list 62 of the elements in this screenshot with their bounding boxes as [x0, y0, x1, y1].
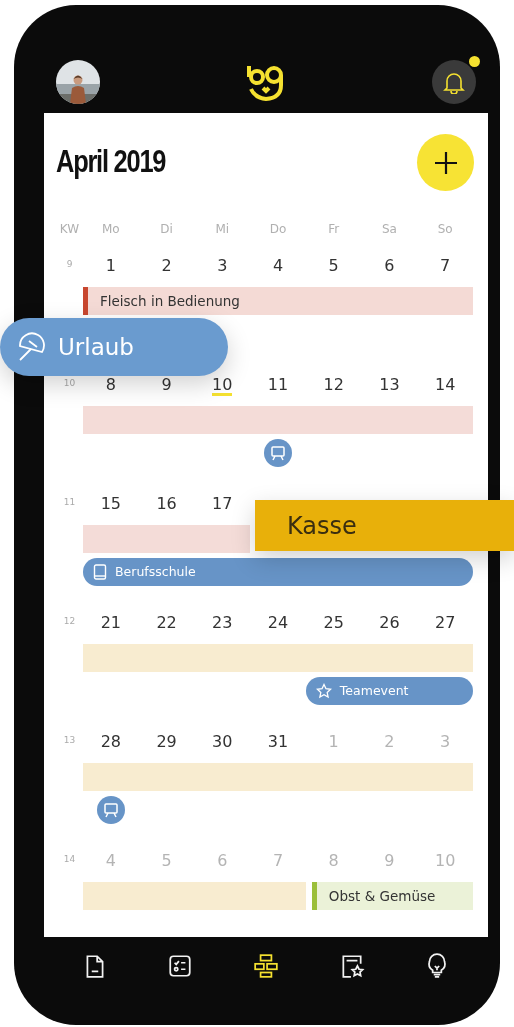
day-number[interactable]: 24 — [267, 614, 289, 634]
month-title: April 2019 — [56, 143, 166, 182]
day-number[interactable]: 17 — [212, 495, 233, 515]
day-number[interactable]: 9 — [161, 376, 172, 396]
event-bar[interactable]: Obst & Gemüse — [311, 882, 473, 910]
bar-label: Obst & Gemüse — [328, 886, 436, 906]
day-number[interactable]: 7 — [440, 257, 451, 277]
weekday-label: So — [436, 221, 454, 238]
day-number[interactable]: 30 — [212, 733, 233, 753]
bar-label: Fleisch in Bedienung — [100, 291, 240, 311]
easel-icon — [270, 445, 286, 461]
day-number[interactable]: 28 — [100, 733, 122, 753]
day-number[interactable]: 6 — [384, 257, 395, 277]
presentation-marker[interactable] — [264, 439, 292, 467]
day-number[interactable]: 4 — [272, 257, 284, 277]
weekday-label: Do — [268, 221, 288, 238]
book-icon — [93, 564, 107, 580]
week-number: 14 — [62, 853, 77, 866]
event-bar[interactable]: Fleisch in Bedienung — [83, 287, 473, 315]
day-number[interactable]: 3 — [217, 257, 228, 277]
day-number[interactable]: 14 — [434, 376, 456, 396]
plus-icon — [432, 149, 459, 176]
schedule-icon — [253, 952, 279, 980]
nav-tab[interactable] — [167, 952, 194, 980]
weekday-label: Mo — [101, 221, 121, 238]
day-number[interactable]: 29 — [156, 733, 177, 753]
day-number[interactable]: 8 — [105, 376, 116, 396]
umbrella-icon — [16, 332, 46, 362]
weekday-label: Fr — [327, 221, 341, 238]
week-number: 11 — [62, 496, 77, 509]
weekday-label: Mi — [214, 221, 231, 238]
day-number[interactable]: 26 — [379, 614, 400, 634]
weekday-label: Di — [159, 221, 174, 238]
day-number[interactable]: 25 — [323, 614, 344, 634]
day-number[interactable]: 15 — [100, 495, 122, 515]
day-number[interactable]: 13 — [379, 376, 400, 396]
day-number[interactable]: 16 — [156, 495, 177, 515]
day-number[interactable]: 12 — [323, 376, 344, 396]
week-number: 10 — [62, 377, 77, 390]
day-number[interactable]: 22 — [156, 614, 177, 634]
day-number[interactable]: 23 — [212, 614, 233, 634]
avatar-button[interactable] — [56, 59, 100, 104]
nav-tab[interactable] — [253, 952, 279, 980]
star-icon — [315, 683, 332, 699]
day-number[interactable]: 1 — [105, 257, 116, 277]
week-number: 13 — [62, 734, 77, 747]
week-number: 9 — [65, 258, 74, 271]
checklist-icon — [167, 952, 194, 980]
day-number[interactable]: 10 — [212, 376, 233, 396]
day-number[interactable]: 5 — [328, 257, 339, 277]
add-button[interactable] — [417, 134, 474, 191]
day-number[interactable]: 27 — [434, 614, 456, 634]
shift-label[interactable]: Kasse — [255, 500, 514, 551]
presentation-marker[interactable] — [96, 796, 125, 824]
week-number-header: KW — [58, 221, 81, 238]
day-number[interactable]: 11 — [267, 376, 289, 396]
weekday-label: Sa — [380, 221, 398, 238]
easel-icon — [102, 802, 119, 818]
week-number: 12 — [62, 615, 77, 628]
day-number[interactable]: 31 — [267, 733, 289, 753]
day-number[interactable]: 21 — [100, 614, 122, 634]
day-number[interactable]: 2 — [161, 257, 172, 277]
